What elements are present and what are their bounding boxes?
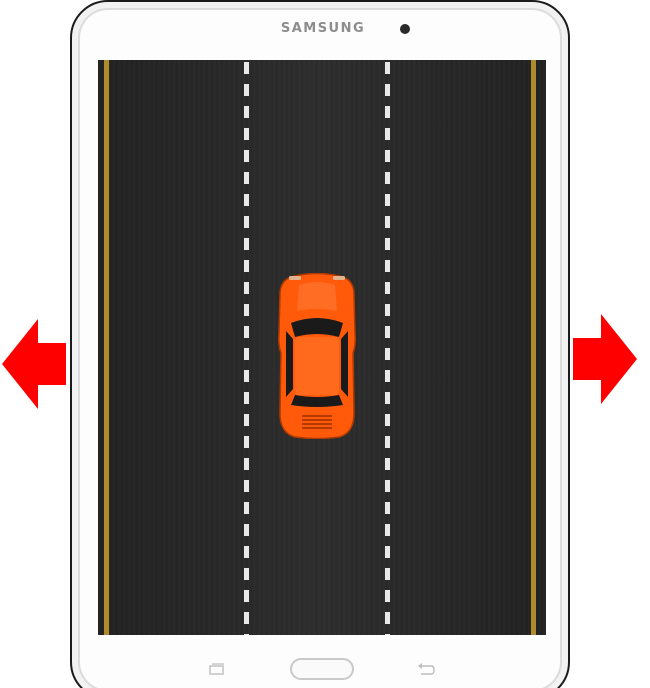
arrow-left-icon[interactable] <box>2 319 66 409</box>
home-button[interactable] <box>290 658 354 680</box>
brand-logo: SAMSUNG <box>280 21 366 36</box>
road-edge-line-right <box>531 60 536 635</box>
road-edge-line-left <box>104 60 109 635</box>
camera-icon <box>400 24 410 34</box>
arrow-right-icon[interactable] <box>573 314 637 404</box>
lane-divider-2 <box>385 62 390 635</box>
back-icon[interactable] <box>416 662 436 676</box>
player-car <box>278 273 356 439</box>
tablet-frame: SAMSUNG <box>70 0 570 688</box>
game-screen[interactable] <box>98 60 546 635</box>
stage: SAMSUNG <box>0 0 650 688</box>
lane-divider-1 <box>244 62 249 635</box>
recent-apps-icon[interactable] <box>209 663 225 675</box>
